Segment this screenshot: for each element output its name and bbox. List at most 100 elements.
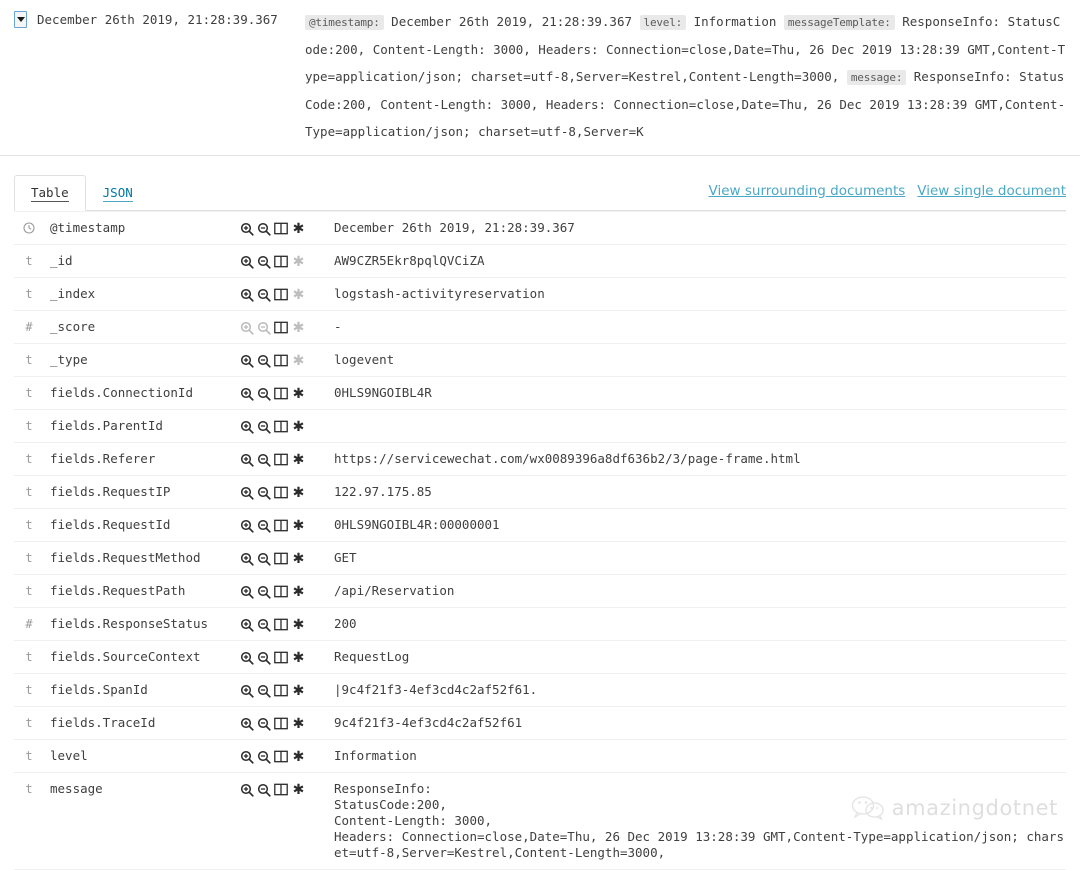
magnify-minus-icon[interactable] bbox=[257, 354, 274, 368]
asterisk-icon[interactable]: ✱ bbox=[291, 486, 306, 500]
magnify-plus-icon[interactable] bbox=[240, 750, 257, 764]
magnify-plus-icon[interactable] bbox=[240, 552, 257, 566]
table-column-icon[interactable] bbox=[274, 618, 291, 632]
asterisk-icon[interactable]: ✱ bbox=[291, 618, 306, 632]
table-column-icon[interactable] bbox=[274, 354, 291, 368]
table-row: t fields.RequestMethod ✱ GET bbox=[14, 542, 1066, 575]
magnify-plus-icon[interactable] bbox=[240, 255, 257, 269]
table-column-icon[interactable] bbox=[274, 585, 291, 599]
magnify-minus-icon[interactable] bbox=[257, 387, 274, 401]
table-column-icon[interactable] bbox=[274, 420, 291, 434]
table-column-icon[interactable] bbox=[274, 717, 291, 731]
table-row: # _score ✱ - bbox=[14, 311, 1066, 344]
magnify-plus-icon[interactable] bbox=[240, 222, 257, 236]
asterisk-icon[interactable]: ✱ bbox=[291, 387, 306, 401]
field-actions-cell: ✱ bbox=[238, 773, 326, 870]
field-value-cell: 0HLS9NGOIBL4R:00000001 bbox=[334, 517, 500, 532]
field-name-cell: fields.Referer bbox=[50, 451, 156, 466]
table-column-icon[interactable] bbox=[274, 519, 291, 533]
table-row: @timestamp ✱ December 26th 2019, 21:28:39.… bbox=[14, 211, 1066, 245]
string-type-icon: t bbox=[25, 551, 33, 565]
field-type-cell: t bbox=[14, 542, 44, 575]
table-column-icon[interactable] bbox=[274, 552, 291, 566]
magnify-minus-icon[interactable] bbox=[257, 750, 274, 764]
field-type-cell: t bbox=[14, 509, 44, 542]
string-type-icon: t bbox=[25, 353, 33, 367]
field-type-cell: t bbox=[14, 377, 44, 410]
field-actions-cell: ✱ bbox=[238, 344, 326, 377]
magnify-plus-icon[interactable] bbox=[240, 420, 257, 434]
table-column-icon[interactable] bbox=[274, 387, 291, 401]
field-type-cell: t bbox=[14, 773, 44, 870]
magnify-plus-icon[interactable] bbox=[240, 651, 257, 665]
string-type-icon: t bbox=[25, 419, 33, 433]
asterisk-icon[interactable]: ✱ bbox=[291, 552, 306, 566]
asterisk-icon[interactable]: ✱ bbox=[291, 420, 306, 434]
magnify-minus-icon[interactable] bbox=[257, 783, 274, 797]
table-row: t fields.ParentId ✱ bbox=[14, 410, 1066, 443]
asterisk-icon[interactable]: ✱ bbox=[291, 717, 306, 731]
magnify-plus-icon[interactable] bbox=[240, 519, 257, 533]
asterisk-icon[interactable]: ✱ bbox=[291, 453, 306, 467]
magnify-minus-icon[interactable] bbox=[257, 222, 274, 236]
magnify-minus-icon[interactable] bbox=[257, 255, 274, 269]
table-column-icon[interactable] bbox=[274, 750, 291, 764]
magnify-plus-icon[interactable] bbox=[240, 684, 257, 698]
field-actions-cell: ✱ bbox=[238, 476, 326, 509]
asterisk-icon[interactable]: ✱ bbox=[291, 783, 306, 797]
magnify-minus-icon[interactable] bbox=[257, 651, 274, 665]
magnify-minus-icon[interactable] bbox=[257, 618, 274, 632]
field-value-cell: RequestLog bbox=[334, 649, 410, 664]
view-single-document-link[interactable]: View single document bbox=[917, 183, 1066, 199]
table-column-icon[interactable] bbox=[274, 222, 291, 236]
asterisk-icon: ✱ bbox=[292, 286, 305, 303]
magnify-plus-icon[interactable] bbox=[240, 354, 257, 368]
magnify-plus-icon[interactable] bbox=[240, 486, 257, 500]
table-column-icon[interactable] bbox=[274, 783, 291, 797]
field-actions-cell: ✱ bbox=[238, 674, 326, 707]
table-row: t fields.RequestPath ✱ /api/Reservation bbox=[14, 575, 1066, 608]
table-column-icon[interactable] bbox=[274, 453, 291, 467]
magnify-minus-icon[interactable] bbox=[257, 420, 274, 434]
doc-view-links: View surrounding documents View single d… bbox=[709, 183, 1066, 210]
string-type-icon: t bbox=[25, 452, 33, 466]
magnify-plus-icon bbox=[240, 321, 257, 335]
asterisk-icon[interactable]: ✱ bbox=[291, 651, 306, 665]
table-column-icon[interactable] bbox=[274, 255, 291, 269]
table-row: t fields.SourceContext ✱ RequestLog bbox=[14, 641, 1066, 674]
magnify-minus-icon[interactable] bbox=[257, 717, 274, 731]
magnify-plus-icon[interactable] bbox=[240, 288, 257, 302]
asterisk-icon[interactable]: ✱ bbox=[291, 684, 306, 698]
tab-table[interactable]: Table bbox=[14, 175, 86, 211]
magnify-minus-icon[interactable] bbox=[257, 486, 274, 500]
tab-json[interactable]: JSON bbox=[86, 175, 150, 211]
table-column-icon[interactable] bbox=[274, 651, 291, 665]
magnify-minus-icon[interactable] bbox=[257, 552, 274, 566]
magnify-minus-icon[interactable] bbox=[257, 288, 274, 302]
magnify-plus-icon[interactable] bbox=[240, 585, 257, 599]
field-actions-cell: ✱ bbox=[238, 410, 326, 443]
table-column-icon[interactable] bbox=[274, 486, 291, 500]
magnify-minus-icon[interactable] bbox=[257, 453, 274, 467]
field-name-cell: fields.RequestMethod bbox=[50, 550, 201, 565]
magnify-plus-icon[interactable] bbox=[240, 453, 257, 467]
table-row: t message ✱ ResponseInfo: StatusCode:200, C… bbox=[14, 773, 1066, 870]
string-type-icon: t bbox=[25, 683, 33, 697]
magnify-plus-icon[interactable] bbox=[240, 783, 257, 797]
table-column-icon[interactable] bbox=[274, 288, 291, 302]
view-surrounding-documents-link[interactable]: View surrounding documents bbox=[709, 183, 906, 199]
collapse-row-toggle[interactable] bbox=[14, 11, 27, 28]
magnify-minus-icon[interactable] bbox=[257, 585, 274, 599]
asterisk-icon[interactable]: ✱ bbox=[291, 585, 306, 599]
asterisk-icon[interactable]: ✱ bbox=[291, 222, 306, 236]
table-column-icon[interactable] bbox=[274, 321, 291, 335]
table-row: t fields.SpanId ✱ |9c4f21f3-4ef3cd4c2af52f6… bbox=[14, 674, 1066, 707]
magnify-plus-icon[interactable] bbox=[240, 717, 257, 731]
magnify-plus-icon[interactable] bbox=[240, 387, 257, 401]
table-column-icon[interactable] bbox=[274, 684, 291, 698]
magnify-plus-icon[interactable] bbox=[240, 618, 257, 632]
magnify-minus-icon[interactable] bbox=[257, 519, 274, 533]
asterisk-icon[interactable]: ✱ bbox=[291, 519, 306, 533]
magnify-minus-icon[interactable] bbox=[257, 684, 274, 698]
asterisk-icon[interactable]: ✱ bbox=[291, 750, 306, 764]
